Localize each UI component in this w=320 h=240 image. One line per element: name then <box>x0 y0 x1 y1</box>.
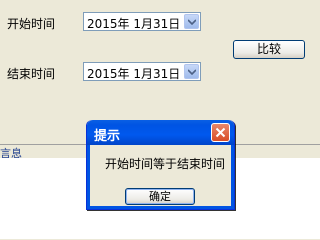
end-time-label: 结束时间 <box>7 67 56 81</box>
end-date-value: 2015年 1月31日 <box>87 67 181 81</box>
close-icon <box>215 127 226 138</box>
dialog-border-bottom <box>87 206 234 209</box>
start-date-picker[interactable]: 2015年 1月31日 <box>83 12 201 31</box>
dialog-close-button[interactable] <box>211 123 230 142</box>
end-date-dropdown-button[interactable] <box>184 64 199 79</box>
end-date-picker[interactable]: 2015年 1月31日 <box>83 62 201 81</box>
compare-button[interactable]: 比较 <box>233 40 305 59</box>
dialog-title-bar[interactable]: 提示 <box>87 120 234 145</box>
chevron-down-icon <box>188 19 196 25</box>
start-time-label: 开始时间 <box>7 17 56 31</box>
alert-dialog: 提示 开始时间等于结束时间 确定 <box>86 120 235 210</box>
start-date-value: 2015年 1月31日 <box>87 17 181 31</box>
dialog-title: 提示 <box>94 129 121 144</box>
dialog-message: 开始时间等于结束时间 <box>105 157 226 171</box>
dialog-border-left <box>87 145 90 209</box>
ok-button[interactable]: 确定 <box>125 188 195 205</box>
start-date-dropdown-button[interactable] <box>184 14 199 29</box>
app-window: { "form": { "start_label": "开始时间", "star… <box>0 0 320 239</box>
dialog-border-right <box>231 145 234 209</box>
chevron-down-icon <box>188 69 196 75</box>
